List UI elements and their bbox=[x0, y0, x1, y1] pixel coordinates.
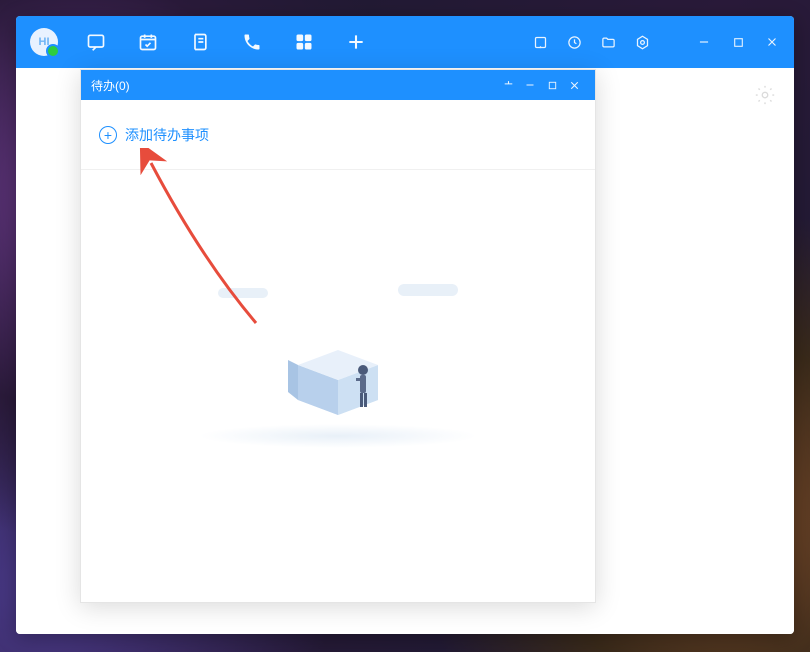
plus-icon[interactable] bbox=[346, 32, 366, 52]
todo-titlebar: 待办(0) bbox=[81, 70, 595, 100]
close-icon[interactable] bbox=[764, 34, 780, 50]
chat-icon[interactable] bbox=[86, 32, 106, 52]
titlebar: HI bbox=[16, 16, 794, 68]
empty-state-illustration bbox=[81, 270, 595, 448]
folder-icon[interactable] bbox=[600, 34, 616, 50]
todo-minimize-icon[interactable] bbox=[519, 79, 541, 91]
history-icon[interactable] bbox=[566, 34, 582, 50]
avatar[interactable]: HI bbox=[30, 28, 58, 56]
todo-close-icon[interactable] bbox=[563, 79, 585, 92]
plus-circle-icon: + bbox=[99, 126, 117, 144]
calendar-check-icon[interactable] bbox=[138, 32, 158, 52]
main-app-window: HI bbox=[16, 16, 794, 634]
add-todo-button[interactable]: + 添加待办事项 bbox=[81, 100, 595, 170]
todo-window: 待办(0) + 添加待办事项 bbox=[80, 69, 596, 603]
nav-icons bbox=[86, 32, 366, 52]
maximize-icon[interactable] bbox=[730, 34, 746, 50]
mini-app-icon[interactable] bbox=[532, 34, 548, 50]
todo-title-text: 待办(0) bbox=[91, 77, 130, 94]
pin-icon[interactable] bbox=[497, 79, 519, 92]
todo-maximize-icon[interactable] bbox=[541, 80, 563, 91]
hexagon-settings-icon[interactable] bbox=[634, 34, 650, 50]
apps-grid-icon[interactable] bbox=[294, 32, 314, 52]
phone-icon[interactable] bbox=[242, 32, 262, 52]
notes-icon[interactable] bbox=[190, 32, 210, 52]
content-area: 待办(0) + 添加待办事项 bbox=[16, 68, 794, 634]
avatar-text: HI bbox=[39, 36, 50, 48]
minimize-icon[interactable] bbox=[696, 34, 712, 50]
gear-icon[interactable] bbox=[754, 84, 776, 106]
right-icons bbox=[532, 34, 780, 50]
add-todo-label: 添加待办事项 bbox=[125, 125, 209, 145]
